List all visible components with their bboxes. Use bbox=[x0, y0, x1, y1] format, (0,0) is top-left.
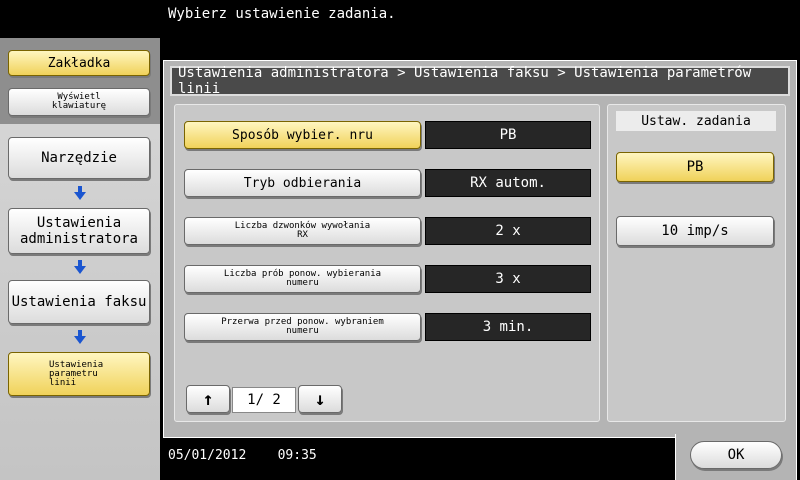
dial-method-value: PB bbox=[425, 121, 591, 149]
tool-nav-button[interactable]: Narzędzie bbox=[8, 137, 150, 179]
redial-attempts-label: Liczba prób ponow. wybierania numeru bbox=[223, 269, 382, 288]
fax-settings-nav-button[interactable]: Ustawienia faksu bbox=[8, 280, 150, 324]
job-settings-title: Ustaw. zadania bbox=[616, 111, 776, 131]
option-pb-label: PB bbox=[686, 159, 704, 175]
rx-ring-count-value: 2 x bbox=[425, 217, 591, 245]
option-pb-button[interactable]: PB bbox=[616, 152, 774, 182]
show-keyboard-button[interactable]: Wyświetl klawiaturę bbox=[8, 88, 150, 116]
settings-list-panel bbox=[174, 104, 600, 422]
redial-attempts-button[interactable]: Liczba prób ponow. wybierania numeru bbox=[184, 265, 421, 293]
option-10ips-button[interactable]: 10 imp/s bbox=[616, 216, 774, 246]
redial-interval-button[interactable]: Przerwa przed ponow. wybraniem numeru bbox=[184, 313, 421, 341]
date-display: 05/01/2012 bbox=[168, 448, 247, 463]
rx-ring-count-label: Liczba dzwonków wywołania RX bbox=[234, 221, 371, 240]
rx-ring-count-button[interactable]: Liczba dzwonków wywołania RX bbox=[184, 217, 421, 245]
line-settings-nav-label: Ustawienia parametru linii bbox=[49, 359, 104, 388]
show-keyboard-label: Wyświetl klawiaturę bbox=[51, 92, 107, 111]
arrow-down-icon bbox=[74, 186, 86, 200]
page-up-button[interactable]: ↑ bbox=[186, 385, 230, 413]
page-down-button[interactable]: ↓ bbox=[298, 385, 342, 413]
redial-interval-label: Przerwa przed ponow. wybraniem numeru bbox=[221, 317, 384, 336]
admin-settings-nav-label: Ustawienia administratora bbox=[19, 215, 138, 247]
time-display: 09:35 bbox=[277, 448, 317, 463]
fax-settings-nav-label: Ustawienia faksu bbox=[11, 294, 147, 310]
tool-nav-label: Narzędzie bbox=[41, 150, 117, 166]
arrow-down-icon: ↓ bbox=[314, 388, 326, 410]
instruction-message: Wybierz ustawienie zadania. bbox=[168, 6, 396, 22]
redial-interval-value: 3 min. bbox=[425, 313, 591, 341]
arrow-down-icon bbox=[74, 330, 86, 344]
dial-method-button[interactable]: Sposób wybier. nru bbox=[184, 121, 421, 149]
ok-label: OK bbox=[727, 447, 745, 463]
dial-method-label: Sposób wybier. nru bbox=[232, 127, 373, 143]
bookmark-label: Zakładka bbox=[47, 55, 111, 71]
bookmark-button[interactable]: Zakładka bbox=[8, 50, 150, 76]
receive-mode-button[interactable]: Tryb odbierania bbox=[184, 169, 421, 197]
status-bar: 05/01/2012 09:35 bbox=[168, 448, 317, 463]
breadcrumb: Ustawienia administratora > Ustawienia f… bbox=[170, 65, 790, 97]
line-settings-nav-button[interactable]: Ustawienia parametru linii bbox=[8, 352, 150, 396]
receive-mode-value: RX autom. bbox=[425, 169, 591, 197]
arrow-up-icon: ↑ bbox=[202, 388, 214, 410]
page-indicator: 1/ 2 bbox=[232, 387, 296, 413]
option-10ips-label: 10 imp/s bbox=[661, 223, 729, 239]
ok-button[interactable]: OK bbox=[690, 441, 782, 469]
admin-settings-nav-button[interactable]: Ustawienia administratora bbox=[8, 208, 150, 254]
redial-attempts-value: 3 x bbox=[425, 265, 591, 293]
receive-mode-label: Tryb odbierania bbox=[243, 175, 362, 191]
arrow-down-icon bbox=[74, 260, 86, 274]
